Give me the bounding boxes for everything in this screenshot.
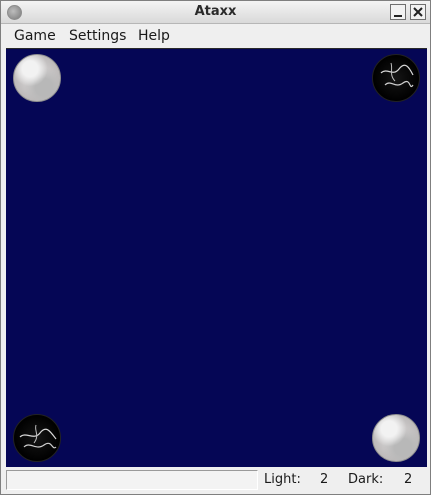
game-board[interactable] bbox=[6, 48, 427, 467]
title-bar[interactable]: Ataxx bbox=[1, 1, 430, 24]
window-title: Ataxx bbox=[194, 4, 237, 19]
main-window: Ataxx Game Settings Help Light: 2 Dark: … bbox=[0, 0, 431, 495]
dark-score-label: Dark: bbox=[348, 472, 384, 487]
minimize-icon bbox=[394, 15, 402, 17]
menu-bar: Game Settings Help bbox=[1, 24, 430, 48]
menu-help[interactable]: Help bbox=[138, 28, 170, 44]
dark-marble-icon bbox=[380, 62, 414, 87]
dark-marble-icon bbox=[19, 424, 57, 449]
light-score-label: Light: bbox=[264, 472, 301, 487]
light-score-value: 2 bbox=[320, 472, 329, 487]
dark-score-value: 2 bbox=[404, 472, 413, 487]
close-icon bbox=[413, 7, 423, 17]
dark-piece-bottom-left[interactable] bbox=[13, 414, 61, 462]
menu-settings[interactable]: Settings bbox=[69, 28, 126, 44]
minimize-button[interactable] bbox=[390, 4, 406, 20]
menu-game[interactable]: Game bbox=[14, 28, 56, 44]
light-piece-top-left[interactable] bbox=[13, 54, 61, 102]
status-message bbox=[6, 470, 258, 490]
dark-piece-top-right[interactable] bbox=[372, 54, 420, 102]
close-button[interactable] bbox=[410, 4, 426, 20]
light-piece-bottom-right[interactable] bbox=[372, 414, 420, 462]
status-bar: Light: 2 Dark: 2 bbox=[1, 468, 430, 494]
